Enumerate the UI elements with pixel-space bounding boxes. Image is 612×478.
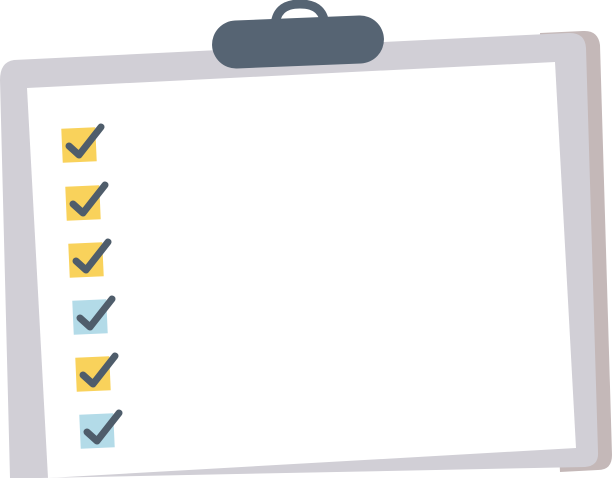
checklist-item (65, 181, 109, 221)
checklist-item (72, 295, 116, 335)
checklist-item (61, 123, 105, 163)
checklist-item (79, 409, 123, 449)
checklist-item (68, 238, 112, 278)
clipboard-illustration (0, 0, 612, 478)
clip-body (212, 15, 384, 69)
checklist-item (75, 352, 119, 392)
